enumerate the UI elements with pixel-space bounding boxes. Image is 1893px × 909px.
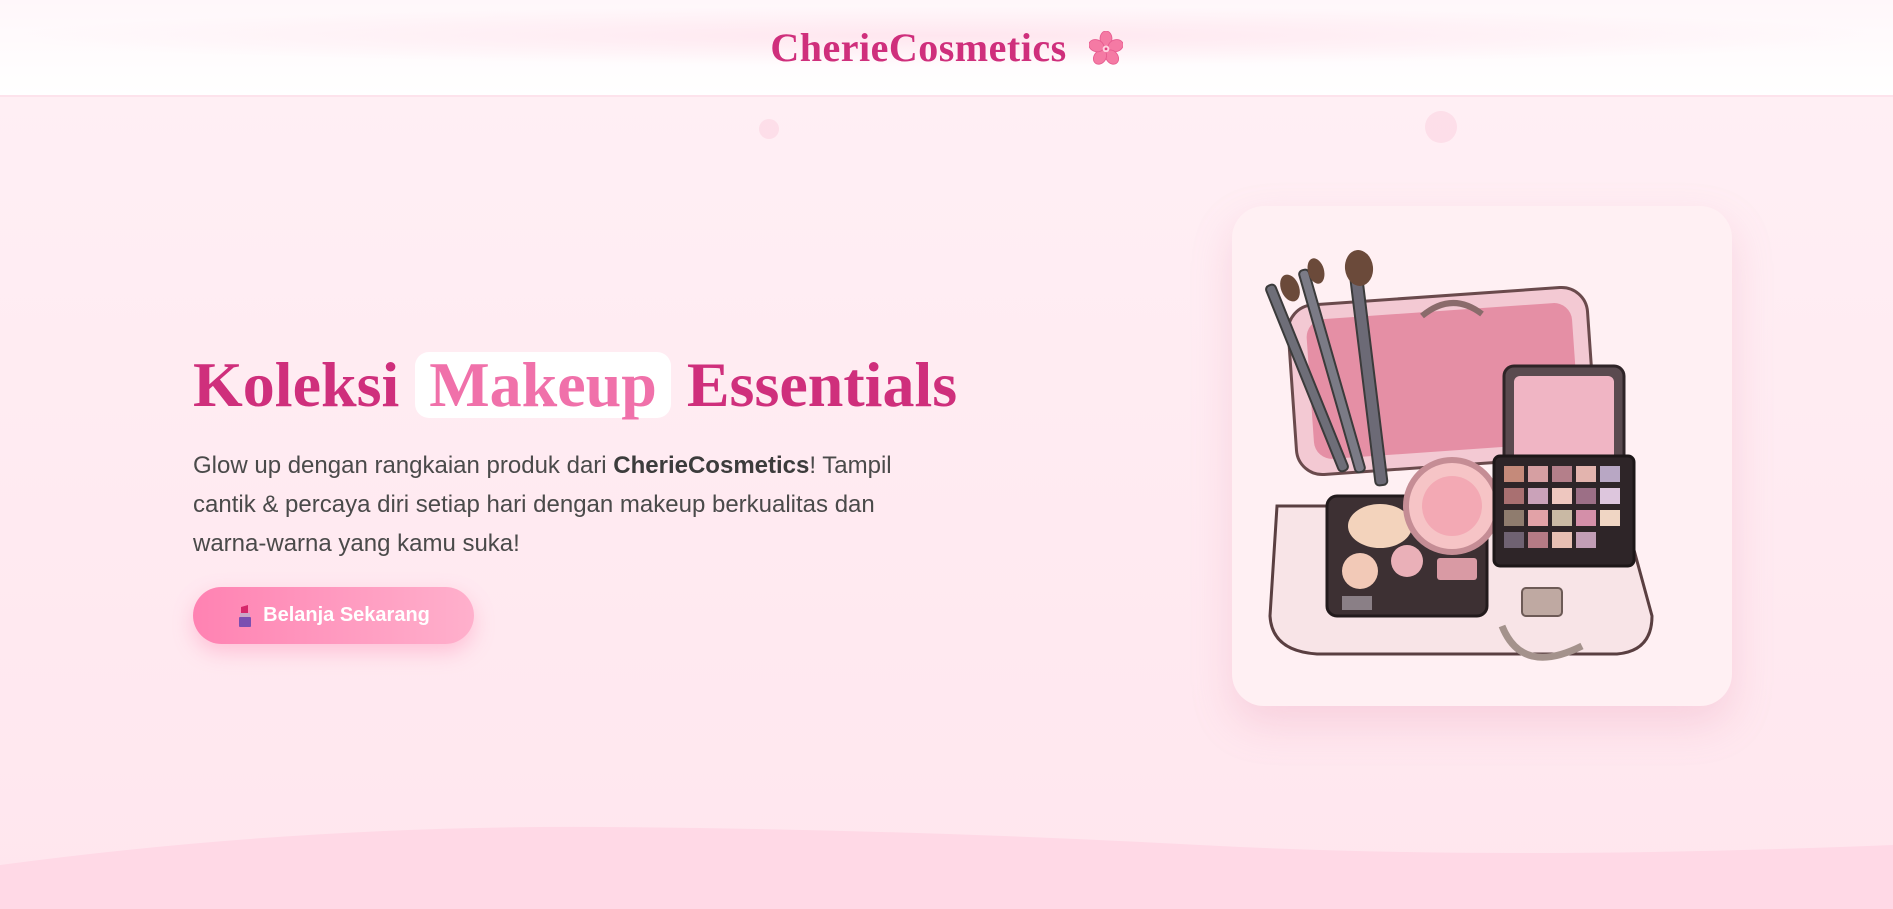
hero-title-part2: Essentials (686, 349, 958, 420)
hero-desc-brand: CherieCosmetics (613, 452, 810, 479)
brand[interactable]: CherieCosmetics (770, 24, 1123, 71)
makeup-case-illustration (1265, 250, 1654, 661)
product-card (1232, 206, 1732, 706)
hero-description: Glow up dengan rangkaian produk dari Che… (193, 446, 933, 563)
cherry-blossom-icon (1088, 30, 1123, 65)
hero-desc-before: Glow up dengan rangkaian produk dari (193, 452, 614, 479)
brand-name: CherieCosmetics (770, 25, 1067, 70)
site-header: CherieCosmetics (0, 0, 1893, 97)
hero-title-part1: Koleksi (193, 349, 400, 420)
bottom-wave-decoration (0, 826, 1893, 909)
hero-title-highlight: Makeup (415, 352, 671, 418)
decorative-bubble (759, 119, 779, 139)
decorative-bubble (1425, 111, 1457, 143)
hero-title: Koleksi Makeup Essentials (193, 348, 957, 422)
shop-now-label: Belanja Sekarang (263, 604, 430, 626)
lipstick-icon (239, 604, 252, 627)
shop-now-button[interactable]: Belanja Sekarang (193, 587, 474, 644)
